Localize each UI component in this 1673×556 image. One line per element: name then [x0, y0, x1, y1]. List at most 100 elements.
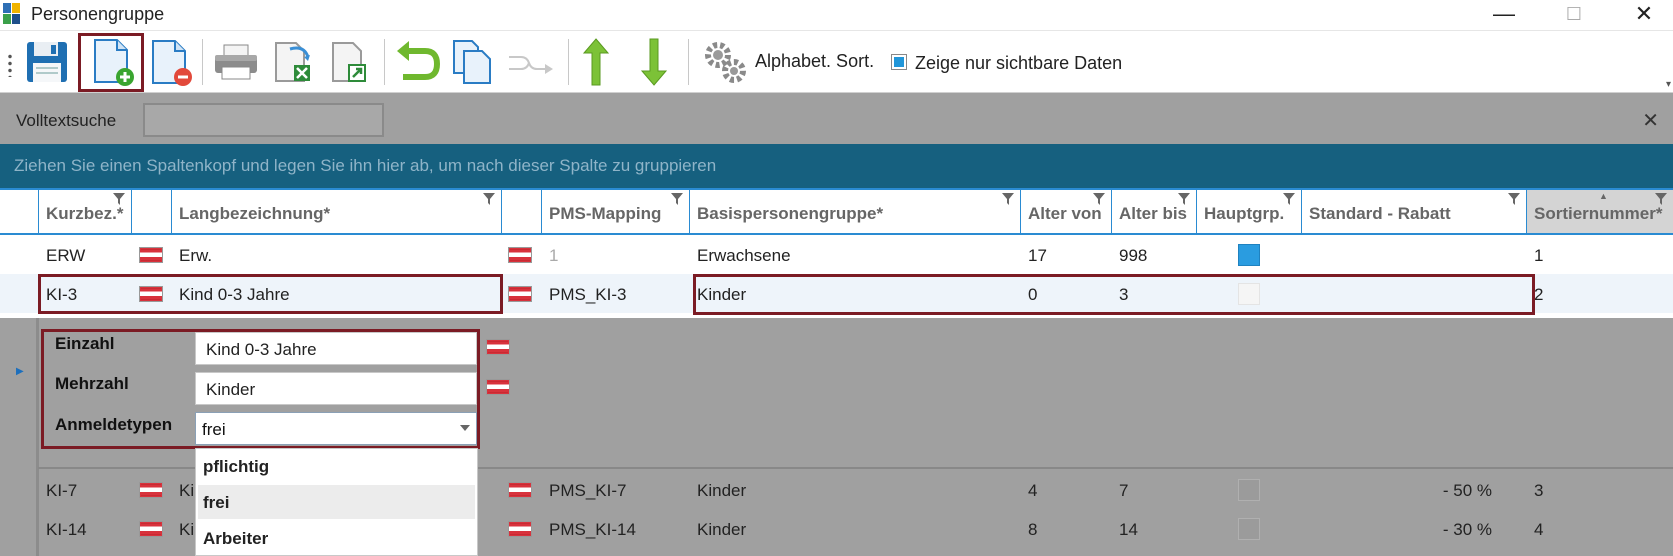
cell-sort[interactable]: 4 [1527, 509, 1673, 548]
flag-icon[interactable] [139, 482, 163, 498]
filter-icon[interactable] [1508, 193, 1520, 205]
cell-basis[interactable]: Erwachsene [690, 235, 1021, 274]
flag-icon[interactable] [508, 286, 532, 302]
flag-icon[interactable] [508, 521, 532, 537]
hauptgrp-checkbox[interactable] [1238, 244, 1260, 266]
hauptgrp-checkbox[interactable] [1238, 518, 1260, 540]
cell-langbez[interactable]: Erw. [172, 235, 502, 274]
cell-pms[interactable]: 1 [542, 235, 690, 274]
cell-alter-von[interactable]: 17 [1021, 235, 1112, 274]
maximize-button[interactable]: ☐ [1542, 0, 1606, 30]
visible-only-label[interactable]: Zeige nur sichtbare Daten [915, 53, 1122, 74]
column-header-alter-von[interactable]: Alter von [1021, 190, 1112, 233]
cell-rabatt[interactable]: - 50 % [1302, 470, 1492, 509]
filter-icon[interactable] [1002, 193, 1014, 205]
flag-icon[interactable] [139, 247, 163, 263]
cell-rabatt[interactable] [1302, 274, 1527, 313]
flag-icon[interactable] [486, 339, 510, 355]
print-button[interactable] [210, 37, 262, 87]
search-close-icon[interactable]: ✕ [1642, 108, 1659, 133]
dropdown-option[interactable]: Arbeiter [198, 521, 475, 555]
cell-sort[interactable]: 2 [1527, 274, 1673, 313]
export-excel-button[interactable] [268, 37, 320, 87]
flag-icon[interactable] [139, 286, 163, 302]
filter-icon[interactable] [113, 193, 125, 205]
filter-icon[interactable] [1178, 193, 1190, 205]
cell-alter-bis[interactable]: 998 [1112, 235, 1197, 274]
cell-alter-bis[interactable]: 3 [1112, 274, 1197, 313]
delete-record-button[interactable] [145, 37, 197, 87]
mehrzahl-input[interactable]: Kinder [195, 372, 477, 405]
search-input[interactable] [143, 103, 384, 137]
move-down-button[interactable] [628, 37, 680, 87]
flag-icon[interactable] [139, 521, 163, 537]
column-header-alter-bis[interactable]: Alter bis [1112, 190, 1197, 233]
close-button[interactable]: ✕ [1612, 0, 1673, 30]
column-header-flag[interactable] [502, 190, 542, 233]
hauptgrp-checkbox[interactable] [1238, 283, 1260, 305]
cell-sort[interactable]: 1 [1527, 235, 1673, 274]
cell-basis[interactable]: Kinder [690, 470, 1021, 509]
filter-icon[interactable] [1655, 193, 1667, 205]
cell-pms[interactable]: PMS_KI-3 [542, 274, 690, 313]
dropdown-option[interactable]: pflichtig [198, 449, 475, 483]
cell-basis[interactable]: Kinder [690, 274, 1021, 313]
app-icon [3, 3, 21, 25]
cell-basis[interactable]: Kinder [690, 509, 1021, 548]
cell-sort[interactable]: 3 [1527, 470, 1673, 509]
column-header-pms[interactable]: PMS-Mapping [542, 190, 690, 233]
column-header-rabatt[interactable]: Standard - Rabatt [1302, 190, 1527, 233]
anmeldetypen-select[interactable]: frei [195, 412, 477, 445]
column-header-flag[interactable] [132, 190, 172, 233]
table-row-selected[interactable]: KI-3 Kind 0-3 Jahre PMS_KI-3 Kinder 0 3 … [0, 274, 1673, 313]
save-button[interactable] [21, 37, 73, 87]
dropdown-option-selected[interactable]: frei [198, 485, 475, 519]
document-add-icon [94, 39, 134, 86]
flag-icon[interactable] [486, 379, 510, 395]
filter-icon[interactable] [483, 193, 495, 205]
cell-pms[interactable]: PMS_KI-7 [542, 470, 690, 509]
cell-rabatt[interactable]: - 30 % [1302, 509, 1492, 548]
cell-langbez[interactable]: Kind 0-3 Jahre [172, 274, 502, 313]
einzahl-input[interactable]: Kind 0-3 Jahre [195, 332, 477, 365]
alphabet-sort-label[interactable]: Alphabet. Sort. [755, 51, 874, 72]
filter-icon[interactable] [1283, 193, 1295, 205]
cell-pms[interactable]: PMS_KI-14 [542, 509, 690, 548]
detail-expand-icon[interactable]: ▶ [16, 366, 24, 377]
cell-kurzbez[interactable]: KI-14 [39, 509, 132, 548]
undo-button[interactable] [391, 37, 443, 87]
cell-alter-von[interactable]: 0 [1021, 274, 1112, 313]
move-up-button[interactable] [570, 37, 622, 87]
column-header-sort[interactable]: ▲ Sortiernummer* [1527, 190, 1673, 233]
cell-kurzbez[interactable]: KI-7 [39, 470, 132, 509]
filter-icon[interactable] [671, 193, 683, 205]
column-header-hauptgrp[interactable]: Hauptgrp. [1197, 190, 1302, 233]
column-header-kurzbez[interactable]: Kurzbez.* [39, 190, 132, 233]
group-panel[interactable]: Ziehen Sie einen Spaltenkopf und legen S… [0, 144, 1673, 188]
table-row[interactable]: ERW Erw. 1 Erwachsene 17 998 1 [0, 235, 1673, 274]
visible-only-checkbox[interactable] [891, 54, 907, 70]
flag-icon[interactable] [508, 482, 532, 498]
hauptgrp-checkbox[interactable] [1238, 479, 1260, 501]
toolbar-grip-icon[interactable] [8, 53, 12, 77]
toolbar-separator [568, 39, 569, 85]
add-record-button[interactable] [78, 33, 144, 92]
copy-button[interactable] [448, 37, 500, 87]
export-button[interactable] [325, 37, 377, 87]
flag-icon[interactable] [508, 247, 532, 263]
cell-alter-bis[interactable]: 7 [1112, 470, 1197, 509]
cell-alter-von[interactable]: 4 [1021, 470, 1112, 509]
filter-icon[interactable] [1093, 193, 1105, 205]
cell-alter-von[interactable]: 8 [1021, 509, 1112, 548]
mapping-button[interactable] [505, 37, 557, 87]
cell-kurzbez[interactable]: ERW [39, 235, 132, 274]
cell-kurzbez[interactable]: KI-3 [39, 274, 132, 313]
alphabet-sort-button[interactable] [700, 37, 752, 87]
cell-rabatt[interactable] [1302, 235, 1527, 274]
toolbar-overflow-icon[interactable]: ▾ [1666, 79, 1671, 90]
minimize-button[interactable]: — [1472, 0, 1536, 30]
cell-alter-bis[interactable]: 14 [1112, 509, 1197, 548]
column-header-basis[interactable]: Basispersonengruppe* [690, 190, 1021, 233]
chevron-down-icon[interactable] [460, 425, 470, 431]
column-header-langbez[interactable]: Langbezeichnung* [172, 190, 502, 233]
